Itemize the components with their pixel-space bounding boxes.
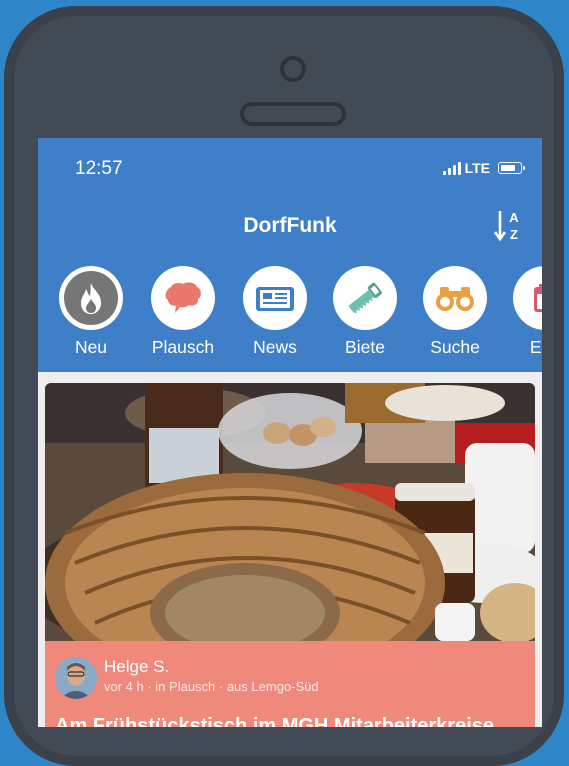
category-label: Suche — [430, 337, 480, 357]
post-meta: vor 4 h · in Plausch · aus Lemgo-Süd — [104, 679, 319, 694]
post-author[interactable]: Helge S. — [104, 657, 169, 677]
flame-icon — [81, 283, 101, 314]
category-biete[interactable]: Biete — [323, 266, 407, 358]
network-label: LTE — [464, 160, 490, 176]
app-screen: 12:57 LTE DorfFunk A Z Neu Plausch News … — [38, 138, 542, 727]
post-card[interactable]: Helge S. vor 4 h · in Plausch · aus Lemg… — [45, 383, 535, 727]
page-title: DorfFunk — [243, 214, 337, 237]
saw-icon — [348, 282, 382, 314]
post-title[interactable]: Am Frühstückstisch im MGH Mitarbeiterkre… — [55, 715, 494, 727]
category-label: Eve — [529, 337, 542, 357]
category-label: News — [253, 337, 297, 357]
category-news[interactable]: News — [233, 266, 317, 358]
battery-icon — [498, 162, 525, 174]
category-suche[interactable]: Suche — [413, 266, 497, 358]
app-header: 12:57 LTE DorfFunk A Z Neu Plausch News … — [38, 138, 542, 372]
front-camera — [280, 56, 306, 82]
binoculars-icon — [436, 287, 474, 311]
category-label: Plausch — [151, 337, 215, 357]
earpiece-speaker — [240, 102, 346, 126]
status-time: 12:57 — [75, 158, 123, 179]
calendar-icon — [534, 284, 542, 312]
category-bar: Neu Plausch News Biete Suche E — [38, 266, 542, 366]
sort-alpha-icon[interactable]: A Z — [494, 208, 522, 244]
newspaper-icon — [256, 287, 294, 311]
category-events[interactable]: Eve — [503, 266, 542, 358]
svg-text:A: A — [509, 210, 519, 225]
avatar[interactable] — [55, 657, 97, 699]
status-indicators: LTE — [442, 160, 525, 176]
post-info[interactable]: Helge S. vor 4 h · in Plausch · aus Lemg… — [45, 641, 535, 727]
signal-icon — [442, 161, 461, 175]
breakfast-photo — [45, 383, 535, 641]
category-neu[interactable]: Neu — [49, 266, 133, 358]
category-plausch[interactable]: Plausch — [141, 266, 225, 358]
speech-bubble-icon — [165, 282, 201, 313]
svg-text:Z: Z — [510, 227, 518, 242]
category-label: Biete — [345, 337, 385, 357]
category-label: Neu — [74, 337, 108, 357]
post-image[interactable] — [45, 383, 535, 641]
